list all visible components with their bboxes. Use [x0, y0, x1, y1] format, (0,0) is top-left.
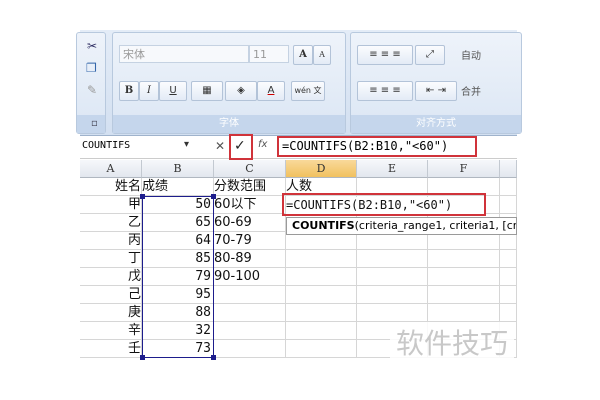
vertical-align-buttons[interactable]: ≡ ≡ ≡: [357, 45, 413, 65]
cell-d6[interactable]: [286, 268, 357, 286]
cell-c1[interactable]: 分数范围: [214, 178, 286, 196]
bold-button[interactable]: B: [119, 81, 139, 101]
cell-f5[interactable]: [428, 250, 500, 268]
cell-c8[interactable]: [214, 304, 286, 322]
clipboard-group: ✂ ❐ ✎ ▫: [76, 32, 106, 134]
grow-font-button[interactable]: A: [293, 45, 313, 65]
cell-e5[interactable]: [357, 250, 428, 268]
insert-function-icon[interactable]: fx: [258, 139, 267, 150]
range-handle[interactable]: [140, 194, 145, 199]
tooltip-function-name[interactable]: COUNTIFS: [292, 219, 355, 232]
cell-f7[interactable]: [428, 286, 500, 304]
cell-a4[interactable]: 丙: [80, 232, 142, 250]
copy-icon[interactable]: ❐: [86, 61, 97, 75]
cell-a1[interactable]: 姓名: [80, 178, 142, 196]
cell-c6[interactable]: 90-100: [214, 268, 286, 286]
font-name-select[interactable]: 宋体: [119, 45, 249, 63]
cell-c10[interactable]: [214, 340, 286, 358]
horizontal-align-buttons[interactable]: ≡ ≡ ≡: [357, 81, 413, 101]
cell-d8[interactable]: [286, 304, 357, 322]
cell-a10[interactable]: 壬: [80, 340, 142, 358]
column-header-a[interactable]: A: [80, 160, 142, 178]
cell-d9[interactable]: [286, 322, 357, 340]
cell-d10[interactable]: [286, 340, 357, 358]
cell-highlight-box: [282, 193, 486, 216]
column-header-c[interactable]: C: [214, 160, 286, 178]
align-group-label: 对齐方式: [351, 115, 521, 133]
format-painter-icon[interactable]: ✎: [87, 83, 97, 97]
alignment-group: ≡ ≡ ≡ ⤢ ≡ ≡ ≡ ⇤ ⇥ 自动 合并 对齐方式: [350, 32, 522, 134]
italic-button[interactable]: I: [139, 81, 159, 101]
shrink-font-button[interactable]: A: [313, 45, 331, 65]
cell-a8[interactable]: 庚: [80, 304, 142, 322]
font-size-select[interactable]: 11: [249, 45, 289, 63]
cancel-icon[interactable]: ✕: [215, 139, 225, 153]
name-box-dropdown-icon[interactable]: ▾: [184, 139, 189, 150]
range-handle[interactable]: [211, 194, 216, 199]
cell-c7[interactable]: [214, 286, 286, 304]
name-box[interactable]: COUNTIFS: [82, 140, 130, 151]
cell-g5[interactable]: [500, 250, 517, 268]
cell-a7[interactable]: 己: [80, 286, 142, 304]
range-handle[interactable]: [140, 355, 145, 360]
fill-bucket-icon: ◈: [237, 85, 245, 96]
range-handle[interactable]: [211, 355, 216, 360]
font-color-button[interactable]: A: [257, 81, 285, 101]
cell-c3[interactable]: 60-69: [214, 214, 286, 232]
column-header-f[interactable]: F: [428, 160, 500, 178]
cell-g1[interactable]: [500, 178, 517, 196]
formula-highlight-box: [277, 136, 477, 157]
cell-c5[interactable]: 80-89: [214, 250, 286, 268]
cell-a6[interactable]: 戊: [80, 268, 142, 286]
selection-range-b2-b10: [140, 194, 216, 360]
cell-f8[interactable]: [428, 304, 500, 322]
phonetic-button[interactable]: wén 文: [291, 81, 325, 101]
cell-e6[interactable]: [357, 268, 428, 286]
underline-button[interactable]: U: [159, 81, 187, 101]
cell-a5[interactable]: 丁: [80, 250, 142, 268]
fill-color-button[interactable]: ◈: [225, 81, 257, 101]
font-group: 宋体 11 A A B I U ▦ ◈ A wén 文 字体: [112, 32, 346, 134]
column-header-e[interactable]: E: [357, 160, 428, 178]
cell-e7[interactable]: [357, 286, 428, 304]
cell-c2[interactable]: 60以下: [214, 196, 286, 214]
ribbon: ✂ ❐ ✎ ▫ 宋体 11 A A B I U ▦ ◈ A wén 文 字体 ≡…: [76, 30, 522, 136]
cell-c4[interactable]: 70-79: [214, 232, 286, 250]
cell-a3[interactable]: 乙: [80, 214, 142, 232]
cell-b1[interactable]: 成绩: [142, 178, 214, 196]
cell-f6[interactable]: [428, 268, 500, 286]
cell-d5[interactable]: [286, 250, 357, 268]
merge-center-button[interactable]: 合并: [461, 83, 481, 98]
highlight-box: [229, 134, 253, 160]
column-header-g[interactable]: [500, 160, 517, 178]
cell-g7[interactable]: [500, 286, 517, 304]
indent-buttons[interactable]: ⇤ ⇥: [415, 81, 457, 101]
cell-e8[interactable]: [357, 304, 428, 322]
wrap-text-button[interactable]: 自动: [461, 47, 481, 62]
dialog-launcher-icon[interactable]: ▫: [77, 115, 105, 133]
cut-icon[interactable]: ✂: [87, 39, 97, 53]
cell-c9[interactable]: [214, 322, 286, 340]
font-group-label: 字体: [113, 115, 345, 133]
cell-a9[interactable]: 辛: [80, 322, 142, 340]
column-header-d[interactable]: D: [286, 160, 357, 178]
formula-bar: COUNTIFS ▾ ✕ ✓ fx =COUNTIFS(B2:B10,"<60"…: [80, 134, 517, 160]
cell-a2[interactable]: 甲: [80, 196, 142, 214]
watermark: 软件技巧: [390, 322, 515, 362]
column-header-b[interactable]: B: [142, 160, 214, 178]
cell-g8[interactable]: [500, 304, 517, 322]
cell-d7[interactable]: [286, 286, 357, 304]
function-tooltip: COUNTIFS(criteria_range1, criteria1, [cr…: [286, 217, 517, 235]
border-button[interactable]: ▦: [191, 81, 223, 101]
border-icon: ▦: [202, 85, 212, 96]
cell-g6[interactable]: [500, 268, 517, 286]
tooltip-args: (criteria_range1, criteria1, [criteria_r…: [354, 219, 517, 232]
cell-g2[interactable]: [500, 196, 517, 214]
orientation-button[interactable]: ⤢: [415, 45, 445, 65]
